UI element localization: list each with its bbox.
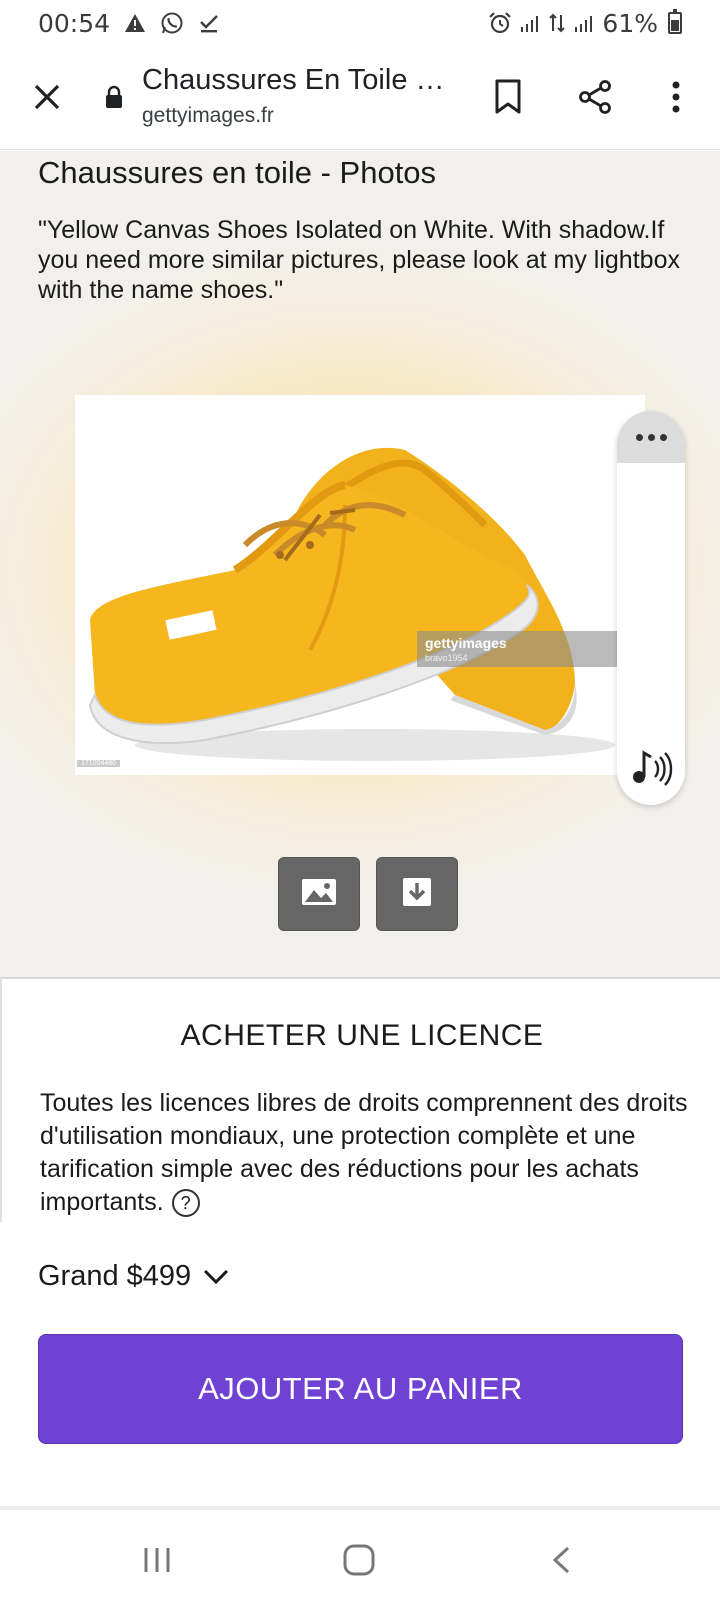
alarm-icon bbox=[488, 11, 512, 35]
back-icon[interactable] bbox=[531, 1538, 591, 1582]
battery-icon bbox=[668, 9, 682, 34]
signal-icon bbox=[574, 13, 594, 33]
close-icon[interactable] bbox=[26, 76, 68, 118]
license-description: Toutes les licences libres de droits com… bbox=[40, 1087, 690, 1219]
download-done-icon bbox=[198, 12, 220, 34]
page-url: gettyimages.fr bbox=[142, 104, 274, 127]
watermark-credit: bravo1954 bbox=[425, 653, 468, 663]
browser-toolbar: Chaussures En Toile … gettyimages.fr bbox=[0, 46, 720, 150]
license-section: ACHETER UNE LICENCE Toutes les licences … bbox=[0, 977, 720, 1222]
shoe-illustration bbox=[88, 447, 615, 761]
photo-caption: "Yellow Canvas Shoes Isolated on White. … bbox=[38, 216, 680, 304]
share-icon[interactable] bbox=[574, 76, 616, 118]
alert-icon bbox=[124, 13, 146, 33]
image-icon bbox=[301, 878, 337, 911]
page-title: Chaussures En Toile … bbox=[142, 64, 445, 96]
data-icon bbox=[548, 12, 566, 34]
help-icon[interactable]: ? bbox=[171, 1189, 200, 1218]
view-image-button[interactable] bbox=[278, 857, 360, 931]
add-to-cart-button[interactable]: AJOUTER AU PANIER bbox=[38, 1334, 683, 1444]
status-time: 00:54 bbox=[38, 8, 111, 38]
battery-percent: 61% bbox=[602, 8, 658, 38]
photo-id: 171004480 bbox=[77, 760, 121, 767]
status-bar: 00:54 61% bbox=[0, 0, 720, 46]
more-vert-icon[interactable] bbox=[656, 76, 696, 118]
home-icon[interactable] bbox=[329, 1538, 389, 1582]
download-icon bbox=[402, 877, 432, 912]
side-panel bbox=[617, 411, 685, 805]
getty-watermark: gettyimages bravo1954 bbox=[417, 631, 617, 667]
watermark-logo: gettyimages bbox=[425, 635, 507, 651]
bookmark-icon[interactable] bbox=[488, 76, 528, 118]
add-to-cart-label: AJOUTER AU PANIER bbox=[198, 1371, 523, 1406]
whatsapp-icon bbox=[160, 11, 184, 35]
audio-icon[interactable] bbox=[629, 747, 675, 787]
chevron-down-icon bbox=[203, 1260, 229, 1293]
license-text: Toutes les licences libres de droits com… bbox=[40, 1089, 688, 1216]
shoe-photo[interactable]: gettyimages bravo1954 171004480 bbox=[75, 395, 645, 775]
lock-icon bbox=[104, 85, 124, 114]
license-title: ACHETER UNE LICENCE bbox=[180, 1019, 544, 1052]
download-button[interactable] bbox=[376, 857, 458, 931]
page-heading: Chaussures en toile - Photos bbox=[38, 155, 437, 190]
photo-section: Chaussures en toile - Photos "Yellow Can… bbox=[0, 151, 720, 977]
more-horiz-icon[interactable] bbox=[617, 411, 685, 463]
size-price-selector[interactable]: Grand $499 bbox=[38, 1260, 229, 1293]
recent-apps-icon[interactable] bbox=[127, 1538, 187, 1582]
size-price-label: Grand $499 bbox=[38, 1260, 192, 1292]
system-navbar bbox=[0, 1510, 720, 1600]
signal-icon bbox=[520, 13, 540, 33]
